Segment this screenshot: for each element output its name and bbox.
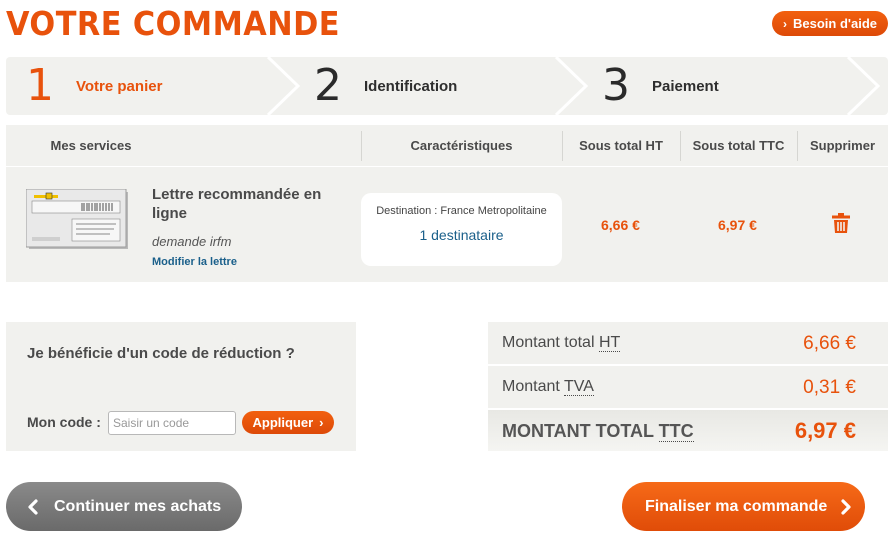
- total-ht-value: 6,66 €: [803, 333, 856, 354]
- total-tva-row: Montant TVA 0,31 €: [488, 366, 888, 408]
- finalize-order-button[interactable]: Finaliser ma commande: [622, 482, 865, 531]
- recipients-link[interactable]: 1 destinataire: [361, 227, 562, 243]
- header-divider: [6, 166, 888, 167]
- step-separator-arrow: [846, 57, 881, 115]
- step-number: 2: [314, 60, 342, 111]
- step-number: 1: [26, 60, 54, 111]
- tva-abbreviation: TVA: [563, 378, 594, 396]
- step-separator-arrow: [554, 57, 589, 115]
- registered-letter-image: [26, 189, 128, 249]
- subtotal-ht-value: 6,66 €: [601, 217, 640, 233]
- column-header-delete: Supprimer: [809, 137, 875, 153]
- promo-code-panel: Je bénéficie d'un code de réduction ? Mo…: [6, 322, 356, 451]
- total-ttc-row: MONTANT TOTAL TTC 6,97 €: [488, 410, 888, 451]
- total-ht-row: Montant total HT 6,66 €: [488, 322, 888, 364]
- continue-shopping-label: Continuer mes achats: [54, 497, 222, 515]
- promo-question: Je bénéficie d'un code de réduction ?: [27, 345, 295, 362]
- apply-button-label: Appliquer: [252, 415, 314, 430]
- page-title: VOTRE COMMANDE: [6, 4, 340, 43]
- step-separator-arrow: [266, 57, 301, 115]
- step-label: Identification: [364, 77, 458, 95]
- total-tva-value: 0,31 €: [803, 377, 856, 398]
- trash-icon[interactable]: [832, 213, 850, 233]
- chevron-right-icon: ›: [783, 16, 787, 31]
- chevron-left-icon: [28, 498, 38, 515]
- column-header-characteristics: Caractéristiques: [410, 137, 513, 153]
- total-tva-label: Montant TVA: [502, 378, 594, 396]
- finalize-order-label: Finaliser ma commande: [645, 497, 828, 515]
- step-label: Votre panier: [76, 77, 163, 95]
- column-header-subtotal-ht: Sous total HT: [579, 137, 663, 153]
- total-ht-label-text: Montant total: [502, 334, 599, 351]
- chevron-right-icon: ›: [319, 415, 324, 430]
- total-ttc-value: 6,97 €: [794, 418, 856, 443]
- product-title: Lettre recommandée en ligne: [152, 186, 322, 222]
- continue-shopping-button[interactable]: Continuer mes achats: [6, 482, 242, 531]
- modify-letter-link[interactable]: Modifier la lettre: [152, 256, 237, 268]
- step-number: 3: [602, 60, 630, 111]
- ttc-abbreviation: TTC: [658, 421, 694, 442]
- column-header-subtotal-ttc: Sous total TTC: [692, 137, 785, 153]
- destination-text: Destination : France Metropolitaine: [376, 205, 547, 217]
- product-subtitle: demande irfm: [152, 234, 232, 249]
- column-header-services: Mes services: [50, 137, 132, 153]
- help-button-label: Besoin d'aide: [793, 16, 877, 31]
- promo-code-label: Mon code :: [27, 414, 101, 430]
- help-button[interactable]: › Besoin d'aide: [772, 11, 888, 36]
- checkout-steps: 1 Votre panier 2 Identification 3 Paieme…: [6, 57, 888, 115]
- ht-abbreviation: HT: [598, 334, 621, 352]
- characteristics-box: Destination : France Metropolitaine 1 de…: [361, 193, 562, 266]
- promo-code-input[interactable]: [108, 411, 236, 435]
- total-ht-label: Montant total HT: [502, 334, 621, 352]
- chevron-right-icon: [841, 498, 851, 515]
- step-payment[interactable]: 3 Paiement: [602, 57, 719, 115]
- cart-table: Mes services Caractéristiques Sous total…: [6, 125, 888, 282]
- step-identification[interactable]: 2 Identification: [314, 57, 457, 115]
- total-ttc-label: MONTANT TOTAL TTC: [502, 421, 694, 442]
- total-tva-label-text: Montant: [502, 378, 564, 395]
- step-cart[interactable]: 1 Votre panier: [26, 57, 162, 115]
- subtotal-ttc-value: 6,97 €: [718, 217, 757, 233]
- apply-button[interactable]: Appliquer ›: [242, 411, 334, 434]
- total-ttc-label-text: MONTANT TOTAL: [502, 421, 659, 441]
- step-label: Paiement: [652, 77, 719, 95]
- order-totals: Montant total HT 6,66 € Montant TVA 0,31…: [488, 322, 888, 451]
